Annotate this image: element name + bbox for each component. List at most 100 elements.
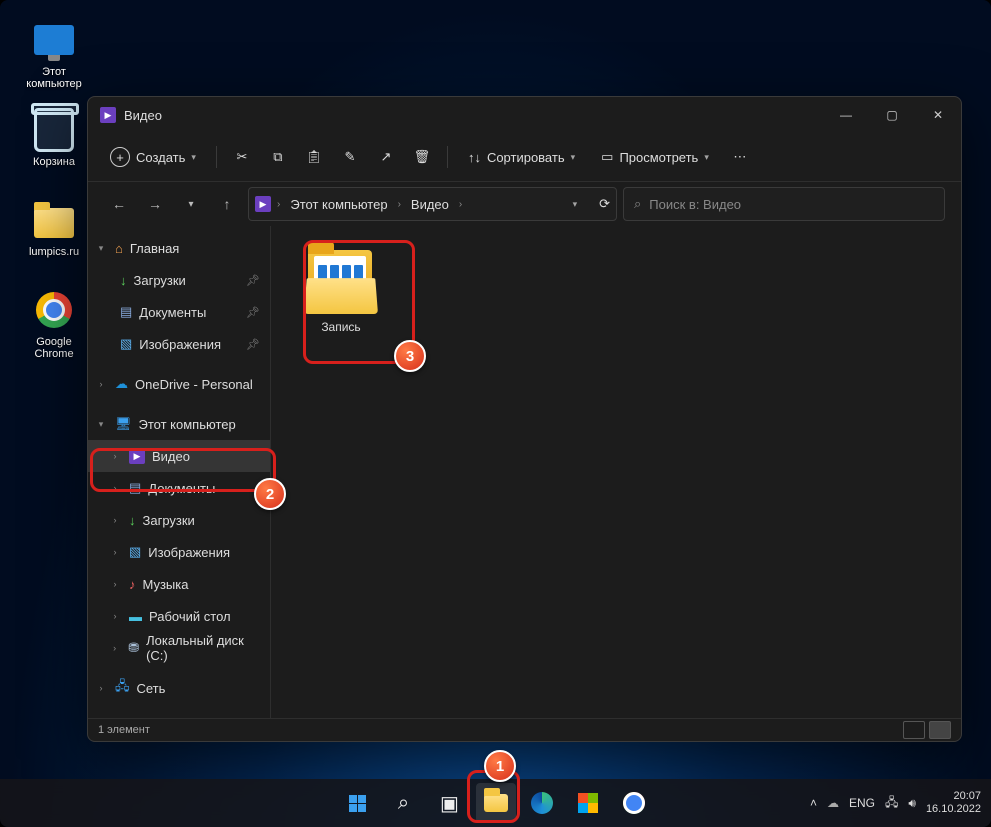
taskbar-taskview[interactable]: ▣ xyxy=(430,783,470,823)
create-button[interactable]: + Создать▾ xyxy=(98,140,208,174)
sidebar-item-downloads[interactable]: ›↓Загрузки xyxy=(88,504,270,536)
delete-icon: 🗑︎ xyxy=(414,149,431,165)
monitor-icon: 🖥︎ xyxy=(115,416,132,432)
disk-icon: ⛃ xyxy=(128,640,139,656)
picture-icon: ▧ xyxy=(129,544,141,560)
desktop-icon-label: Этот компьютер xyxy=(16,66,92,90)
minimize-button[interactable]: ― xyxy=(823,97,869,133)
sidebar-item-videos[interactable]: ›▶Видео xyxy=(88,440,270,472)
start-button[interactable] xyxy=(338,783,378,823)
breadcrumb-item[interactable]: Видео xyxy=(407,195,453,214)
search-icon: ⌕ xyxy=(398,792,409,815)
folder-item[interactable]: Запись xyxy=(297,244,385,334)
pin-icon: 📌︎ xyxy=(246,338,262,351)
chevron-up-icon[interactable]: ˄ xyxy=(810,796,817,810)
search-input[interactable]: ⌕ Поиск в: Видео xyxy=(623,187,945,221)
cut-button[interactable]: ✂ xyxy=(225,140,259,174)
sidebar-item-pictures[interactable]: ›▧Изображения xyxy=(88,536,270,568)
status-text: 1 элемент xyxy=(98,724,150,736)
taskbar-explorer[interactable] xyxy=(476,783,516,823)
sidebar-home[interactable]: ▾⌂Главная xyxy=(88,232,270,264)
system-tray[interactable]: ˄ ☁ ENG 🖧︎ 🔊︎ 20:07 16.10.2022 xyxy=(810,790,981,816)
status-bar: 1 элемент xyxy=(88,718,961,741)
cloud-icon: ☁ xyxy=(115,376,128,392)
desktop-icon: ▬ xyxy=(129,609,142,624)
rename-icon: ✎ xyxy=(344,149,355,165)
onedrive-tray-icon[interactable]: ☁ xyxy=(827,796,839,810)
breadcrumb-item[interactable]: Этот компьютер xyxy=(286,195,391,214)
taskbar-store[interactable] xyxy=(568,783,608,823)
share-button[interactable]: ↗ xyxy=(369,140,403,174)
share-icon: ↗ xyxy=(380,149,391,165)
sidebar-network[interactable]: ›🖧︎Сеть xyxy=(88,672,270,704)
refresh-button[interactable]: ⟳ xyxy=(599,196,610,212)
rename-button[interactable]: ✎ xyxy=(333,140,367,174)
folder-icon xyxy=(32,198,76,242)
desktop-icon-chrome[interactable]: Google Chrome xyxy=(16,288,92,360)
network-icon: 🖧︎ xyxy=(115,677,130,699)
plus-icon: + xyxy=(110,147,130,167)
sort-icon: ↑↓ xyxy=(468,150,481,165)
sort-button[interactable]: ↑↓ Сортировать▾ xyxy=(456,140,587,174)
sidebar-item-pictures[interactable]: ▧Изображения📌︎ xyxy=(88,328,270,360)
desktop-icon-label: lumpics.ru xyxy=(16,246,92,258)
sidebar-item-music[interactable]: ›♪Музыка xyxy=(88,568,270,600)
maximize-button[interactable]: ▢ xyxy=(869,97,915,133)
network-icon[interactable]: 🖧︎ xyxy=(885,793,898,814)
sidebar-onedrive[interactable]: ›☁OneDrive - Personal xyxy=(88,368,270,400)
sidebar-item-desktop[interactable]: ›▬Рабочий стол xyxy=(88,600,270,632)
video-folder-icon: ▶ xyxy=(100,107,116,123)
monitor-icon xyxy=(32,18,76,62)
delete-button[interactable]: 🗑︎ xyxy=(405,140,439,174)
sidebar-item-downloads[interactable]: ↓Загрузки📌︎ xyxy=(88,264,270,296)
content-pane[interactable]: Запись xyxy=(271,226,961,718)
folder-label: Запись xyxy=(297,320,385,334)
chrome-icon xyxy=(32,288,76,332)
video-folder-icon: ▶ xyxy=(129,448,145,464)
volume-icon[interactable]: 🔊︎ xyxy=(908,796,916,811)
sidebar-item-documents[interactable]: ›▤Документы xyxy=(88,472,270,504)
video-folder-icon: ▶ xyxy=(255,196,271,212)
titlebar[interactable]: ▶ Видео ― ▢ ✕ xyxy=(88,97,961,133)
back-button[interactable]: ← xyxy=(104,189,134,219)
download-icon: ↓ xyxy=(120,273,127,288)
desktop-icon-recycle-bin[interactable]: Корзина xyxy=(16,108,92,168)
cut-icon: ✂ xyxy=(236,149,247,165)
view-icons-button[interactable] xyxy=(929,721,951,739)
sidebar: ▾⌂Главная ↓Загрузки📌︎ ▤Документы📌︎ ▧Изоб… xyxy=(88,226,271,718)
paste-button[interactable]: 📋︎ xyxy=(297,140,331,174)
taskbar-chrome[interactable] xyxy=(614,783,654,823)
more-button[interactable]: ⋯ xyxy=(723,140,757,174)
recent-button[interactable]: ▾ xyxy=(176,189,206,219)
store-icon xyxy=(578,793,598,813)
desktop-icon-label: Google Chrome xyxy=(16,336,92,360)
taskbar-search[interactable]: ⌕ xyxy=(384,783,424,823)
tray-lang[interactable]: ENG xyxy=(849,796,875,810)
up-button[interactable]: ↑ xyxy=(212,189,242,219)
edge-icon xyxy=(531,792,553,814)
desktop-icon-this-pc[interactable]: Этот компьютер xyxy=(16,18,92,90)
sidebar-this-pc[interactable]: ▾🖥︎Этот компьютер xyxy=(88,408,270,440)
taskbar: ⌕ ▣ ˄ ☁ ENG 🖧︎ 🔊︎ 20:07 16.10.2022 xyxy=(0,779,991,827)
folder-icon xyxy=(484,794,508,812)
picture-icon: ▧ xyxy=(120,336,132,352)
copy-icon: ⧉ xyxy=(273,149,282,165)
taskbar-edge[interactable] xyxy=(522,783,562,823)
view-button[interactable]: ▭ Просмотреть▾ xyxy=(589,140,721,174)
sidebar-item-documents[interactable]: ▤Документы📌︎ xyxy=(88,296,270,328)
address-bar[interactable]: ▶ › Этот компьютер › Видео › ▾ ⟳ xyxy=(248,187,617,221)
tray-clock[interactable]: 20:07 16.10.2022 xyxy=(926,790,981,816)
view-details-button[interactable] xyxy=(903,721,925,739)
forward-button[interactable]: → xyxy=(140,189,170,219)
copy-button[interactable]: ⧉ xyxy=(261,140,295,174)
document-icon: ▤ xyxy=(120,304,132,320)
desktop-icon-folder[interactable]: lumpics.ru xyxy=(16,198,92,258)
more-icon: ⋯ xyxy=(733,149,746,165)
close-button[interactable]: ✕ xyxy=(915,97,961,133)
recycle-bin-icon xyxy=(32,108,76,152)
sidebar-item-local-disk[interactable]: ›⛃Локальный диск (C:) xyxy=(88,632,270,664)
view-icon: ▭ xyxy=(601,149,613,165)
chevron-down-icon[interactable]: ▾ xyxy=(573,199,578,210)
home-icon: ⌂ xyxy=(115,241,123,256)
download-icon: ↓ xyxy=(129,513,136,528)
